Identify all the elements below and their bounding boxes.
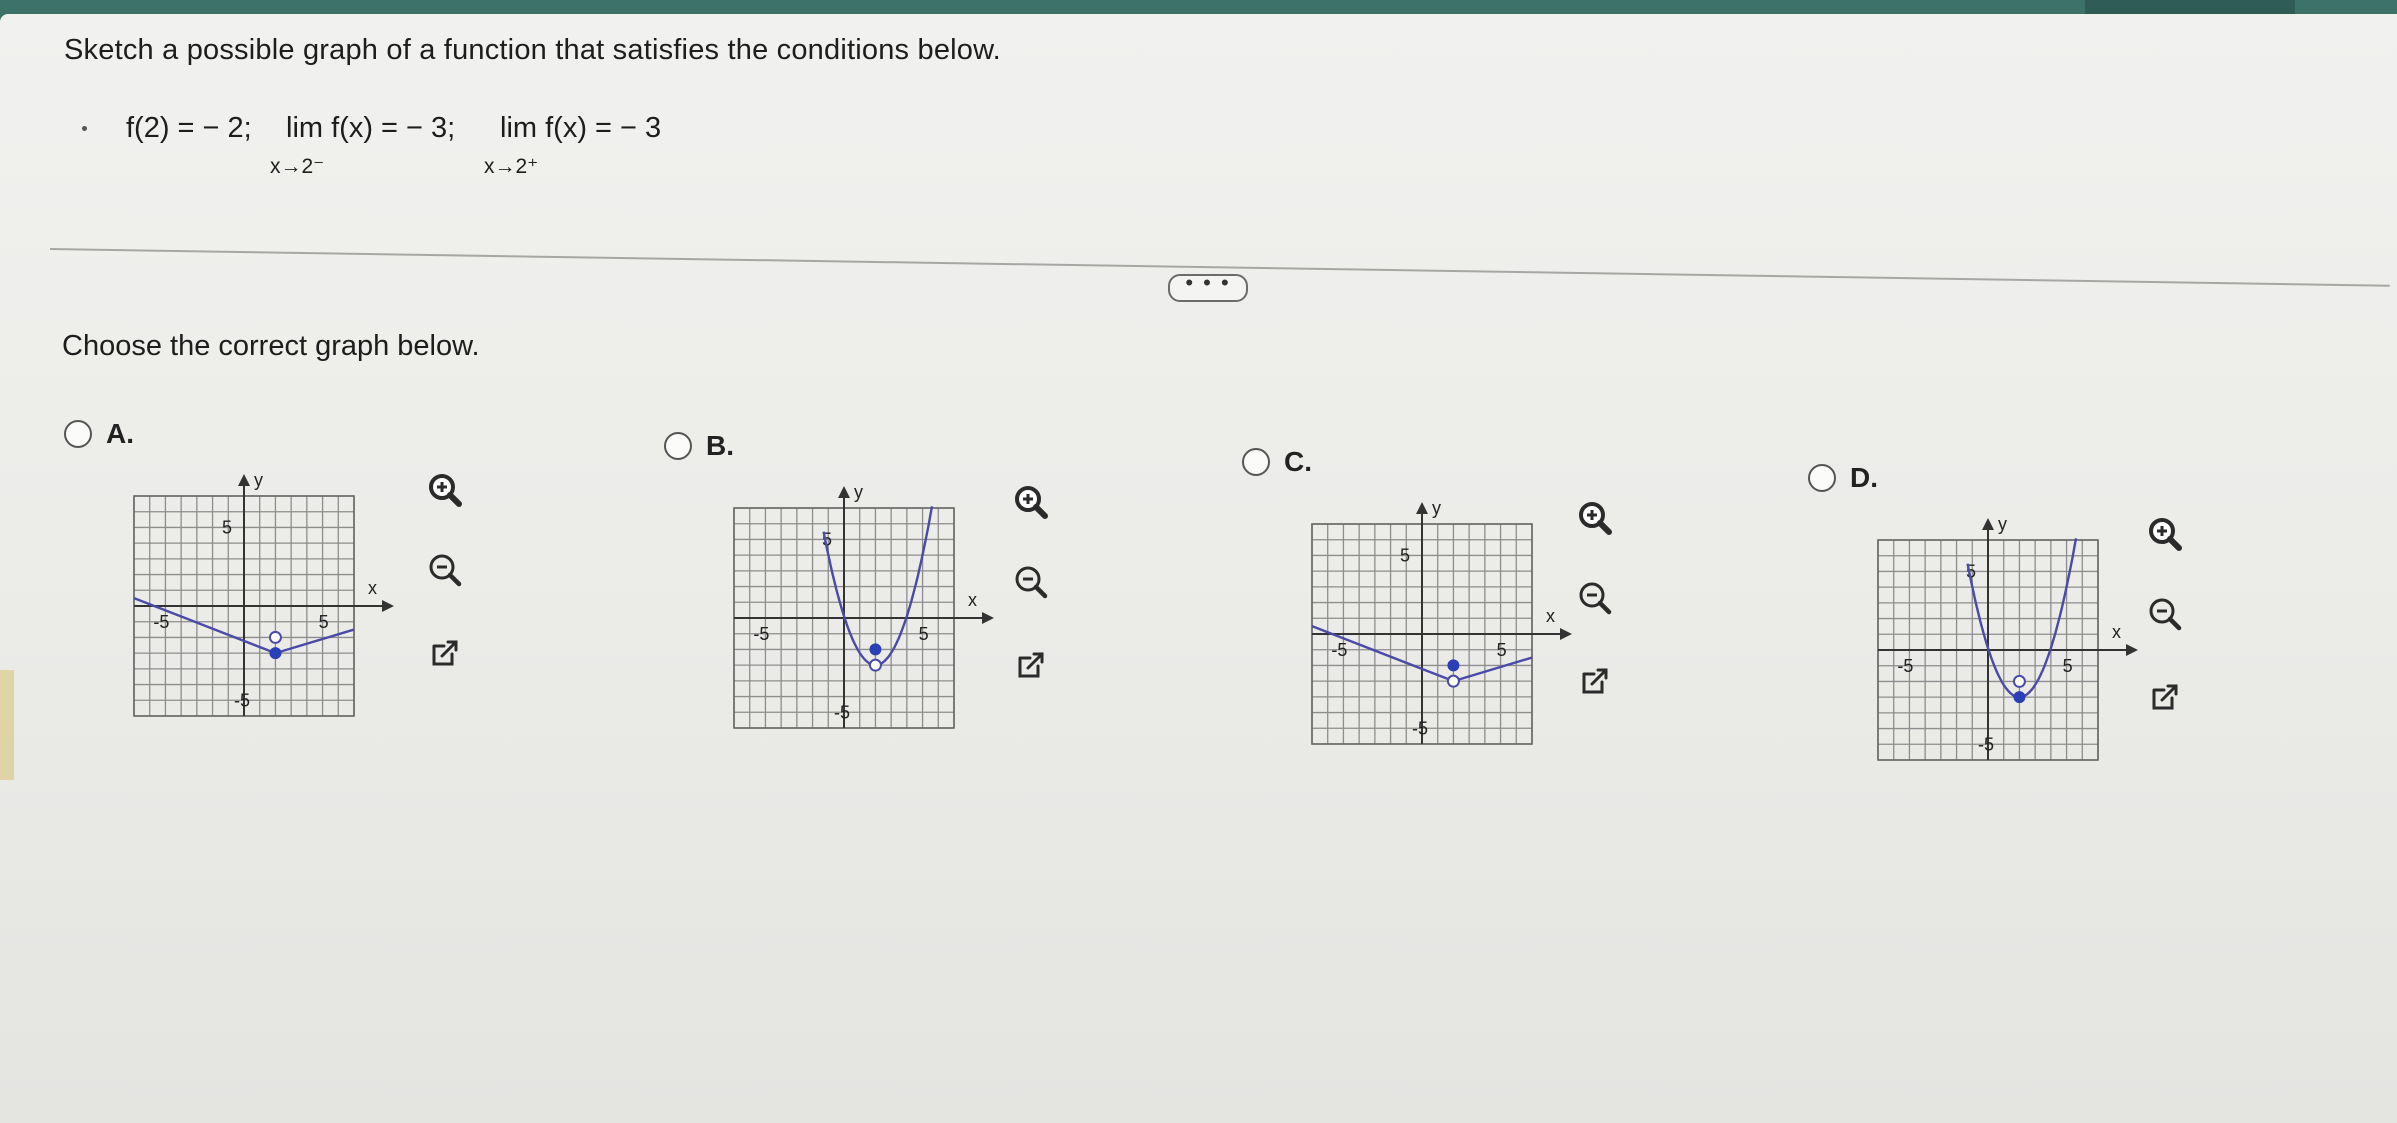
y-axis-arrow (1982, 518, 1994, 530)
x-tick-label: 5 (919, 624, 929, 644)
open-new-window-icon[interactable] (1570, 656, 1620, 706)
x-axis-label: x (1546, 606, 1555, 626)
open-point (2012, 674, 2026, 688)
y-tick-label: -5 (1412, 719, 1428, 739)
y-axis-arrow (838, 486, 850, 498)
radio-button[interactable] (1242, 448, 1270, 476)
y-axis-label: y (1432, 498, 1441, 518)
option-letter: A. (106, 418, 134, 449)
filled-point (269, 647, 282, 660)
radio-button[interactable] (1808, 464, 1836, 492)
x-axis-arrow (982, 612, 994, 624)
zoom-in-icon[interactable] (1006, 478, 1056, 528)
zoom-in-icon[interactable] (2140, 510, 2190, 560)
condition-f-value: f(2) = − 2; (126, 112, 252, 144)
zoom-out-icon[interactable] (1006, 558, 1056, 608)
option-graph: yx5-5-5 5 (733, 482, 994, 729)
open-point (268, 630, 282, 644)
question-prompt: Sketch a possible graph of a function th… (64, 34, 1001, 66)
filled-point (2013, 691, 2026, 704)
filled-point (869, 643, 882, 656)
condition-right-limit: lim f(x) = − 3 (500, 112, 662, 144)
option-radio-row[interactable]: A. (64, 418, 134, 450)
option-a: A. y x 5 -5 -5 5 (64, 418, 584, 718)
option-radio-row[interactable]: C. (1242, 446, 1312, 478)
option-graph: y x 5 -5 -5 5 (1311, 498, 1572, 745)
x-axis-arrow (2126, 644, 2138, 656)
option-c: C. y x 5 -5 -5 5 (1242, 446, 1762, 746)
x-axis-label: x (368, 578, 377, 598)
option-letter: C. (1284, 446, 1312, 477)
y-tick-label: -5 (834, 703, 850, 723)
expand-more-button[interactable]: • • • (1168, 272, 1248, 302)
bullet (82, 126, 87, 131)
x-tick-label: 5 (319, 612, 329, 632)
x-tick-label: -5 (753, 624, 769, 644)
x-tick-label: -5 (1897, 656, 1913, 676)
x-tick-label: 5 (2063, 656, 2073, 676)
zoom-out-icon[interactable] (1570, 574, 1620, 624)
left-edge-highlight (0, 670, 14, 780)
radio-button[interactable] (64, 420, 92, 448)
open-point (1446, 674, 1460, 688)
function-curve (1966, 538, 2078, 699)
x-tick-label: -5 (153, 612, 169, 632)
option-radio-row[interactable]: B. (664, 430, 734, 462)
y-axis-label: y (254, 470, 263, 490)
x-axis-label: x (968, 590, 977, 610)
y-axis-arrow (1416, 502, 1428, 514)
option-letter: D. (1850, 462, 1878, 493)
option-graph: y x 5 -5 -5 5 (133, 470, 394, 717)
y-tick-label: 5 (222, 517, 232, 537)
condition-left-limit: lim f(x) = − 3; (286, 112, 456, 144)
condition-left-limit-sub: x→2⁻ (270, 155, 325, 178)
conditions: f(2) = − 2; lim f(x) = − 3; x→2⁻ lim f(x… (82, 112, 786, 192)
option-radio-row[interactable]: D. (1808, 462, 1878, 494)
zoom-in-icon[interactable] (420, 466, 470, 516)
y-axis-label: y (854, 482, 863, 502)
y-axis-label: y (1998, 514, 2007, 534)
open-point (868, 658, 882, 672)
x-tick-label: 5 (1497, 640, 1507, 660)
radio-button[interactable] (664, 432, 692, 460)
x-axis-arrow (1560, 628, 1572, 640)
y-tick-label: 5 (1400, 545, 1410, 565)
x-tick-label: -5 (1331, 640, 1347, 660)
y-tick-label: -5 (1978, 735, 1994, 755)
filled-point (1447, 659, 1460, 672)
option-b: B. y x 5 -5 -5 5 (664, 430, 1184, 730)
zoom-out-icon[interactable] (2140, 590, 2190, 640)
option-letter: B. (706, 430, 734, 461)
open-new-window-icon[interactable] (1006, 640, 1056, 690)
zoom-in-icon[interactable] (1570, 494, 1620, 544)
option-d: D. y x 5 -5 -5 5 (1808, 462, 2328, 762)
x-axis-label: x (2112, 622, 2121, 642)
open-new-window-icon[interactable] (420, 628, 470, 678)
condition-right-limit-sub: x→2⁺ (484, 155, 539, 178)
zoom-out-icon[interactable] (420, 546, 470, 596)
open-new-window-icon[interactable] (2140, 672, 2190, 722)
y-axis-arrow (238, 474, 250, 486)
x-axis-arrow (382, 600, 394, 612)
choose-instruction: Choose the correct graph below. (62, 330, 480, 362)
option-graph: yx5-5-5 5 (1877, 514, 2138, 761)
function-curve (822, 506, 934, 667)
y-tick-label: -5 (234, 691, 250, 711)
